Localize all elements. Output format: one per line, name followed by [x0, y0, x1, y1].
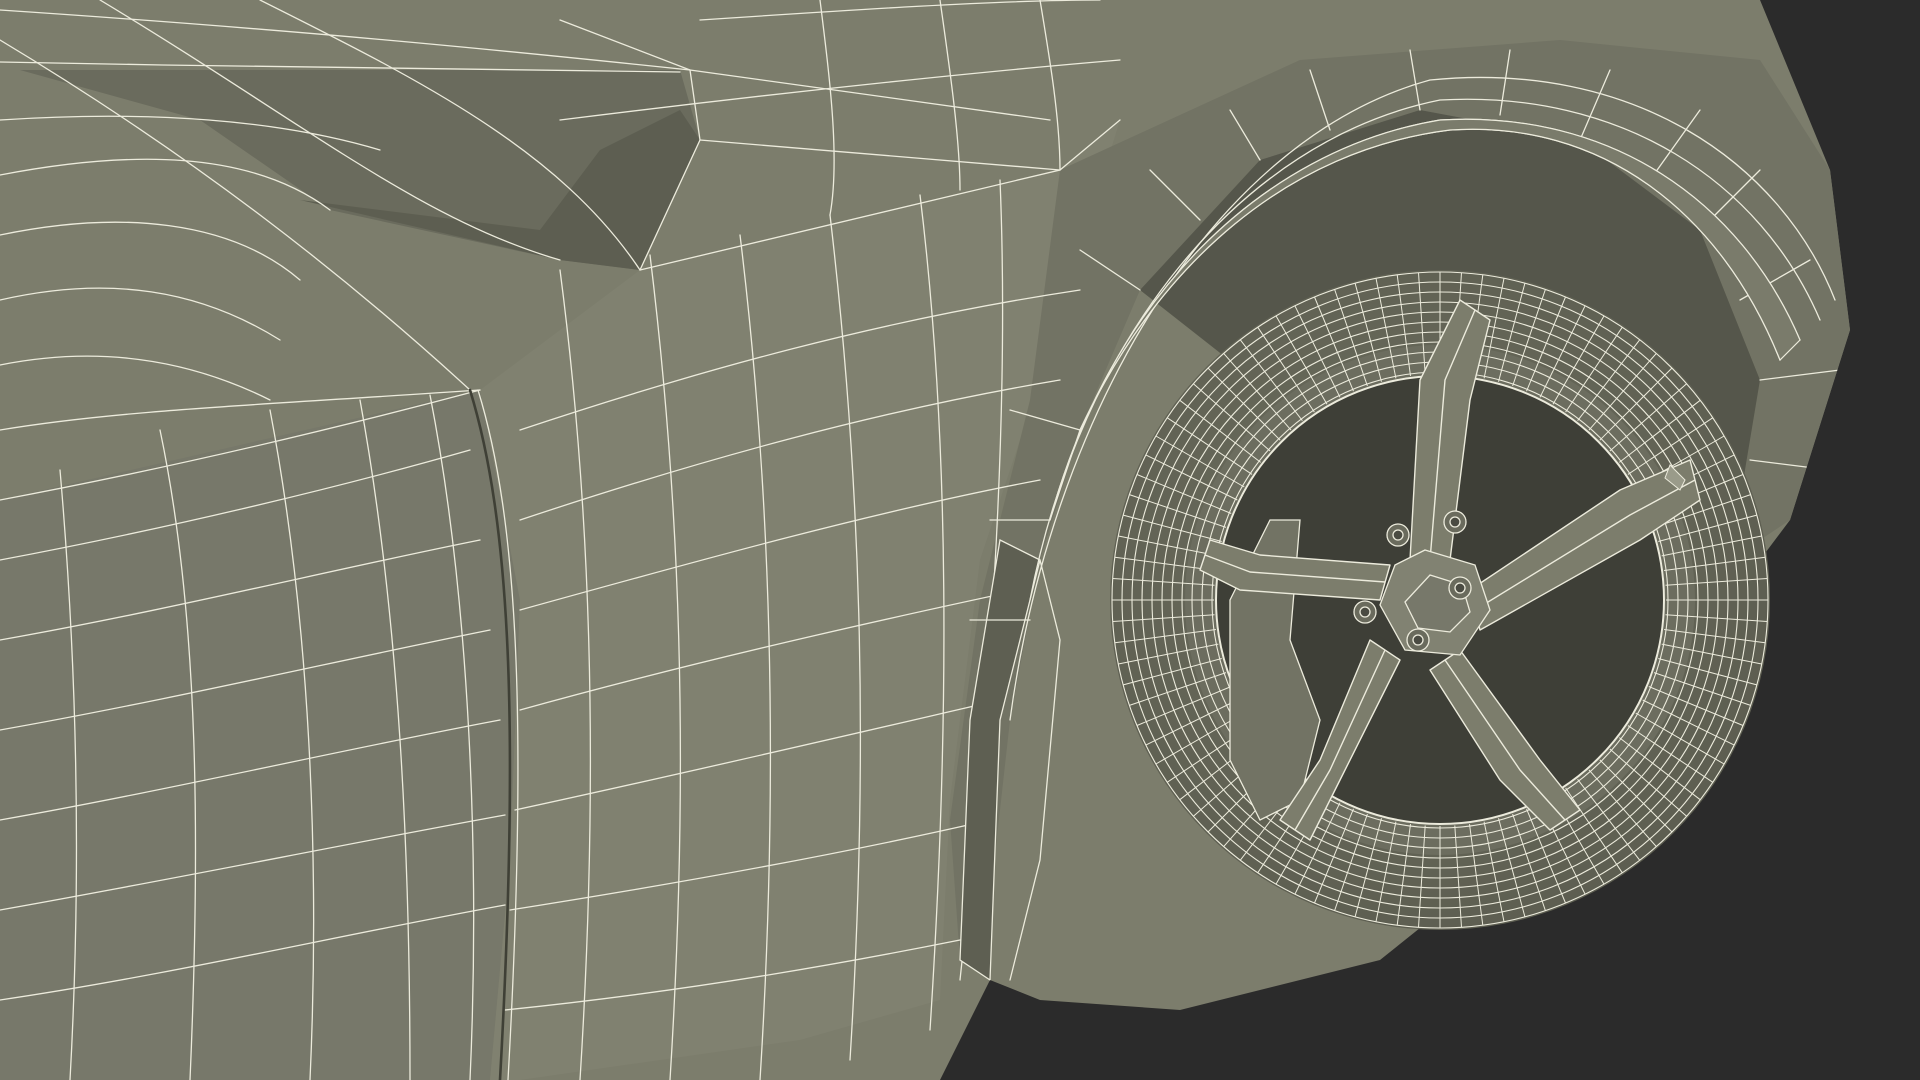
front-bumper-panel [0, 390, 520, 1080]
wireframe-render [0, 0, 1920, 1080]
render-viewport [0, 0, 1920, 1080]
wheel [1110, 270, 1770, 930]
